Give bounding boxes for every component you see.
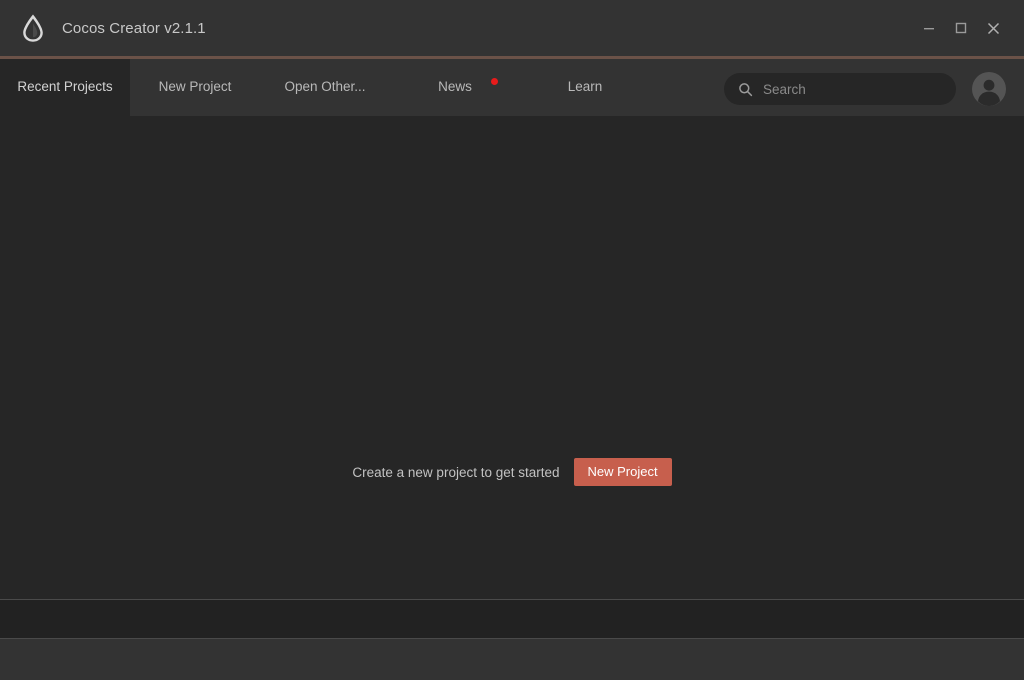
new-project-button[interactable]: New Project <box>573 458 672 486</box>
empty-state-message: Create a new project to get started <box>352 464 560 480</box>
title-bar: Cocos Creator v2.1.1 <box>0 0 1024 56</box>
empty-state: Create a new project to get started New … <box>0 458 1024 486</box>
close-icon <box>987 22 1000 35</box>
search-input[interactable] <box>763 73 942 105</box>
tab-recent-projects[interactable]: Recent Projects <box>0 59 130 116</box>
maximize-icon <box>955 22 967 34</box>
tab-new-project[interactable]: New Project <box>130 59 260 116</box>
tab-label: New Project <box>158 78 232 94</box>
tab-open-other[interactable]: Open Other... <box>260 59 390 116</box>
search-box[interactable] <box>724 73 956 105</box>
tab-label: Open Other... <box>284 78 366 94</box>
app-window: Cocos Creator v2.1.1 Recent Projects New… <box>0 0 1024 680</box>
avatar[interactable] <box>972 72 1006 106</box>
tab-learn[interactable]: Learn <box>520 59 650 116</box>
close-button[interactable] <box>978 0 1008 56</box>
maximize-button[interactable] <box>946 0 976 56</box>
search-icon <box>738 82 753 97</box>
footer-bottom-bar <box>0 639 1024 680</box>
footer-strip <box>0 599 1024 639</box>
app-title: Cocos Creator v2.1.1 <box>62 19 206 37</box>
news-badge-dot-icon <box>491 78 498 85</box>
tab-label: Recent Projects <box>17 78 113 94</box>
tab-news[interactable]: News <box>390 59 520 116</box>
user-avatar-icon <box>972 72 1006 106</box>
main-content: Create a new project to get started New … <box>0 116 1024 599</box>
window-controls <box>914 0 1024 56</box>
tab-bar: Recent Projects New Project Open Other..… <box>0 59 1024 116</box>
tab-label: Learn <box>567 78 603 94</box>
minimize-button[interactable] <box>914 0 944 56</box>
water-drop-logo-icon <box>20 13 46 43</box>
tab-label: News <box>438 78 472 94</box>
minimize-icon <box>923 22 935 34</box>
